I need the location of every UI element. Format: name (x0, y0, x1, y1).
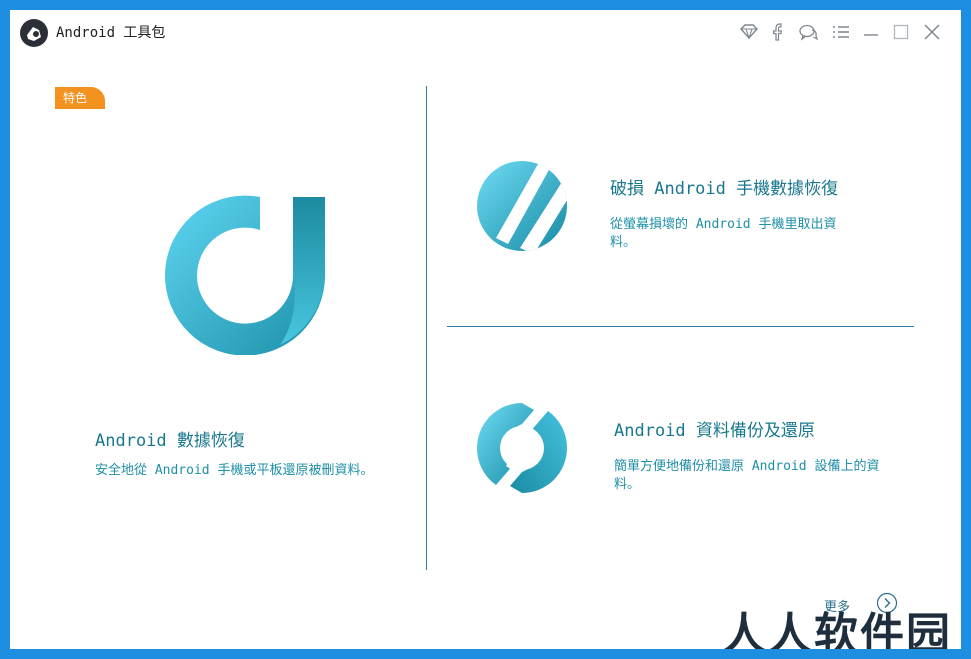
featured-title: Android 數據恢復 (95, 431, 245, 451)
app-window: Android 工具包 Android 數據恢復 安全地從 Android 手機… (10, 10, 961, 649)
broken-recovery-title: 破損 Android 手機數據恢復 (610, 179, 839, 199)
featured-badge: 特色 (55, 87, 105, 109)
window-title: Android 工具包 (56, 25, 166, 41)
broken-phone-recovery-icon (477, 161, 567, 251)
diamond-button[interactable] (738, 21, 760, 43)
app-logo-icon (20, 19, 48, 47)
backup-restore-title: Android 資料備份及還原 (614, 421, 815, 441)
broken-android-recovery-card[interactable]: 破損 Android 手機數據恢復 從螢幕損壞的 Android 手機里取出資料… (470, 150, 920, 270)
close-icon (924, 24, 940, 40)
menu-button[interactable] (830, 21, 852, 43)
title-bar: Android 工具包 (10, 10, 961, 54)
maximize-button[interactable] (890, 21, 912, 43)
maximize-icon (893, 24, 909, 40)
diamond-icon (740, 24, 758, 40)
broken-recovery-description: 從螢幕損壞的 Android 手機里取出資料。 (610, 217, 837, 250)
chat-icon (799, 24, 819, 41)
watermark-text: 人人软件园 (722, 609, 952, 649)
android-data-recovery-card[interactable]: Android 數據恢復 安全地從 Android 手機或平板還原被刪資料。 (50, 90, 420, 580)
featured-description: 安全地從 Android 手機或平板還原被刪資料。 (95, 463, 374, 478)
minimize-icon (864, 34, 878, 36)
backup-restore-card[interactable]: Android 資料備份及還原 簡單方便地備份和還原 Android 設備上的資… (470, 390, 920, 510)
data-recovery-logo-icon (165, 195, 326, 355)
backup-restore-description: 簡單方便地備份和還原 Android 設備上的資料。 (614, 459, 880, 492)
facebook-icon (772, 23, 782, 41)
backup-restore-icon (476, 403, 568, 493)
horizontal-divider (447, 326, 914, 327)
menu-icon (833, 26, 849, 38)
vertical-divider (426, 86, 427, 570)
minimize-button[interactable] (860, 21, 882, 43)
close-button[interactable] (921, 21, 943, 43)
chat-button[interactable] (797, 21, 819, 43)
facebook-button[interactable] (767, 21, 789, 43)
